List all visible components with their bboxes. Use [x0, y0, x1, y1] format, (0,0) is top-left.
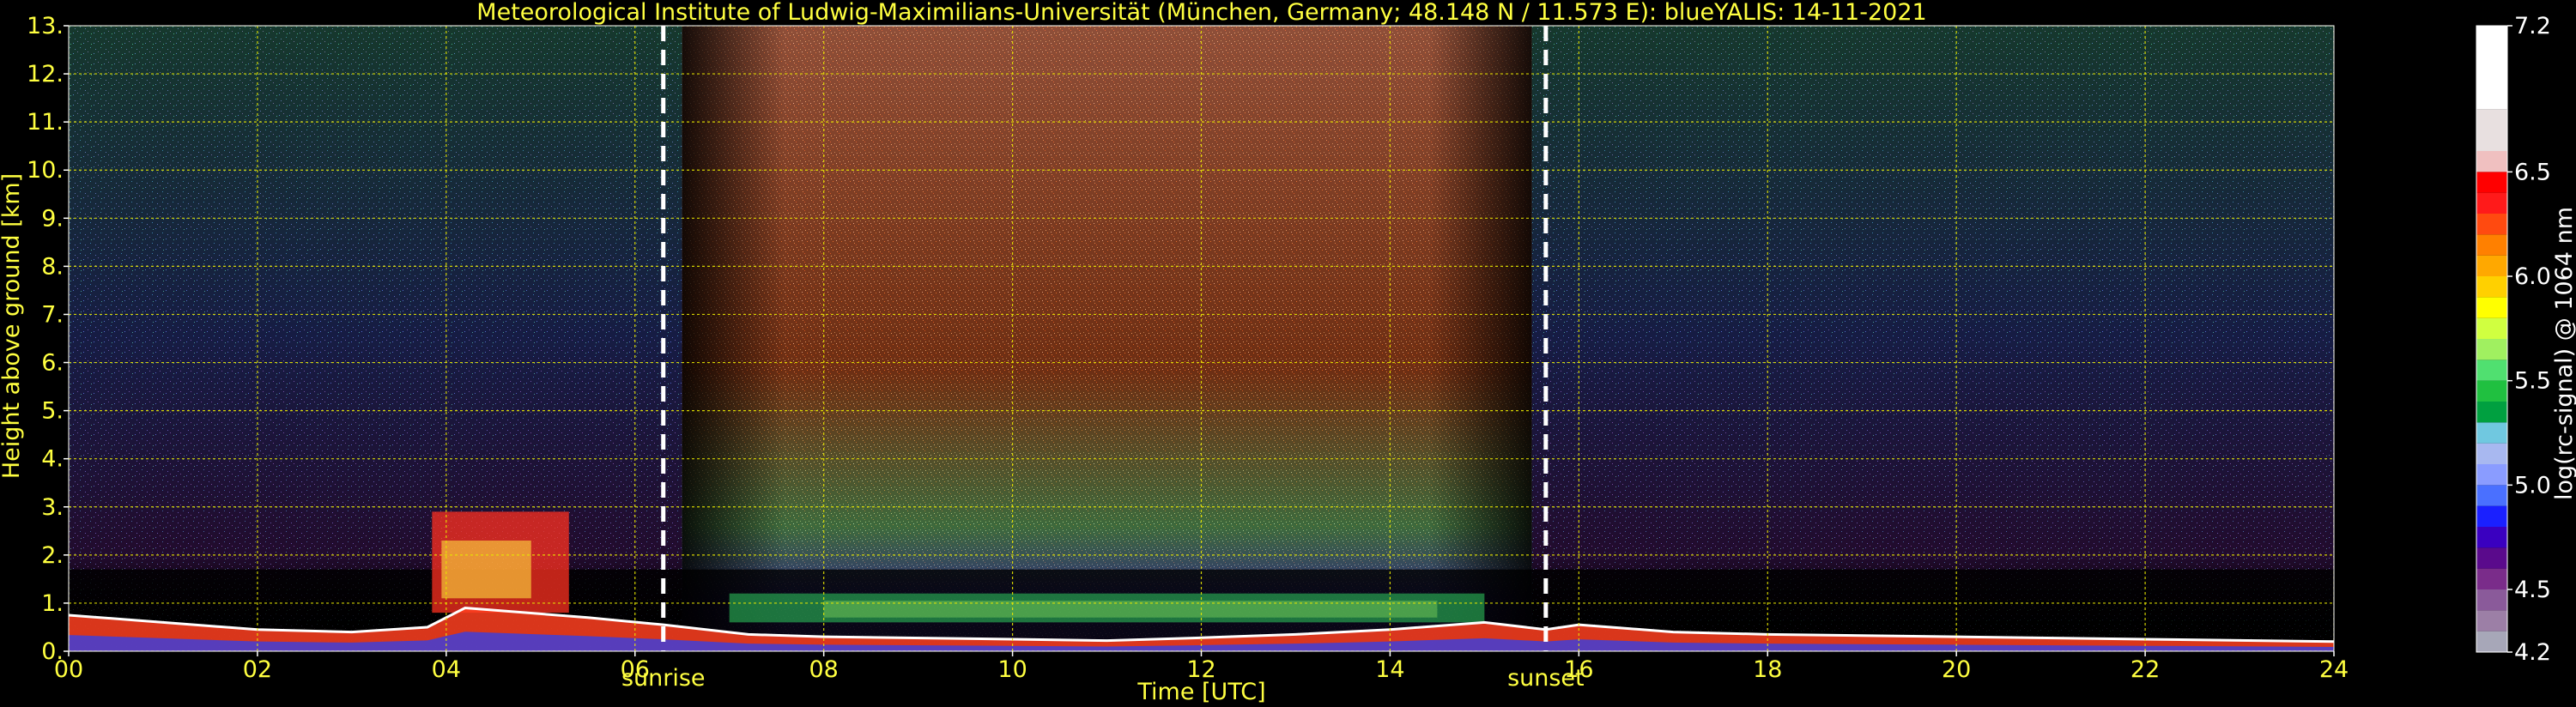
y-tick-label: 1.	[41, 590, 64, 617]
colorbar-level	[2476, 589, 2507, 611]
y-tick-label: 0.	[41, 638, 64, 665]
colorbar-level	[2476, 360, 2507, 381]
y-tick-label: 12.	[27, 61, 64, 88]
y-axis-ticks: 0. 1. 2. 3. 4. 5. 6. 7. 8. 9. 10. 11. 12. 13.	[27, 13, 69, 665]
lidar-quicklook-figure: 00 02 04 06 08 10 12 14 16 18 20 22 24 0.1.2.3.4.5.6…	[0, 0, 2576, 705]
colorbar-level	[2476, 422, 2507, 444]
colorbar-level	[2476, 547, 2507, 569]
colorbar-level	[2476, 443, 2507, 464]
colorbar-level	[2476, 402, 2507, 423]
x-tick-label: 24	[2319, 656, 2349, 683]
marker-label-sunrise: sunrise	[621, 665, 706, 692]
colorbar-level	[2476, 276, 2507, 298]
colorbar-level	[2476, 527, 2507, 548]
y-tick-label: 3.	[41, 494, 64, 521]
x-tick-label: 04	[432, 656, 461, 683]
y-tick-label: 13.	[27, 13, 64, 39]
sun-marker-labels: sunrise sunset	[621, 665, 1585, 692]
marker-label-sunset: sunset	[1507, 665, 1585, 692]
colorbar-level	[2476, 297, 2507, 318]
colorbar-tick-label: 6.5	[2514, 159, 2551, 185]
colorbar-tick-label: 4.2	[2514, 639, 2551, 666]
colorbar-level	[2476, 234, 2507, 256]
y-tick-label: 7.	[41, 301, 64, 328]
y-tick-label: 4.	[41, 446, 64, 473]
colorbar-level	[2476, 610, 2507, 631]
colorbar-level	[2476, 485, 2507, 506]
x-tick-label: 22	[2131, 656, 2160, 683]
y-tick-label: 11.	[27, 109, 64, 136]
x-axis-label: Time [UTC]	[1136, 679, 1265, 705]
colorbar-level	[2476, 380, 2507, 402]
x-tick-label: 14	[1375, 656, 1404, 683]
colorbar-ticks: 4.2 4.5 5.0 5.5 6.0 6.5 7.2	[2507, 13, 2551, 666]
colorbar-level	[2476, 464, 2507, 486]
y-tick-label: 6.	[41, 350, 64, 377]
x-tick-label: 10	[997, 656, 1027, 683]
colorbar	[2476, 25, 2508, 653]
colorbar-level	[2476, 568, 2507, 589]
x-tick-label: 20	[1942, 656, 1971, 683]
colorbar-level	[2476, 631, 2507, 652]
x-tick-label: 02	[243, 656, 272, 683]
y-tick-label: 8.	[41, 253, 64, 280]
colorbar-level	[2476, 109, 2507, 151]
colorbar-tick-label: 7.2	[2514, 13, 2551, 39]
colorbar-tick-label: 4.5	[2514, 577, 2551, 603]
x-tick-label: 18	[1753, 656, 1782, 683]
y-tick-label: 10.	[27, 157, 64, 184]
colorbar-level	[2476, 255, 2507, 276]
colorbar-level	[2476, 214, 2507, 235]
colorbar-level	[2476, 192, 2507, 214]
colorbar-tick-label: 5.0	[2514, 472, 2551, 499]
colorbar-tick-label: 6.0	[2514, 263, 2551, 290]
y-axis-label: Height above ground [km]	[0, 173, 25, 479]
colorbar-tick-label: 5.5	[2514, 368, 2551, 395]
colorbar-level	[2476, 151, 2507, 172]
colorbar-level	[2476, 317, 2507, 339]
colorbar-level	[2476, 505, 2507, 527]
colorbar-level	[2476, 26, 2507, 110]
x-tick-label: 08	[809, 656, 838, 683]
y-tick-label: 2.	[41, 542, 64, 569]
y-tick-label: 9.	[41, 205, 64, 232]
daytime-edge-fade	[682, 26, 1532, 651]
y-tick-label: 5.	[41, 398, 64, 425]
chart-title: Meteorological Institute of Ludwig-Maxim…	[476, 0, 1926, 26]
colorbar-label: log(rc-signal) @ 1064 nm	[2551, 207, 2576, 500]
colorbar-level	[2476, 172, 2507, 193]
low-cloud-core	[441, 541, 531, 599]
colorbar-level	[2476, 339, 2507, 360]
plot-area	[69, 26, 2334, 651]
